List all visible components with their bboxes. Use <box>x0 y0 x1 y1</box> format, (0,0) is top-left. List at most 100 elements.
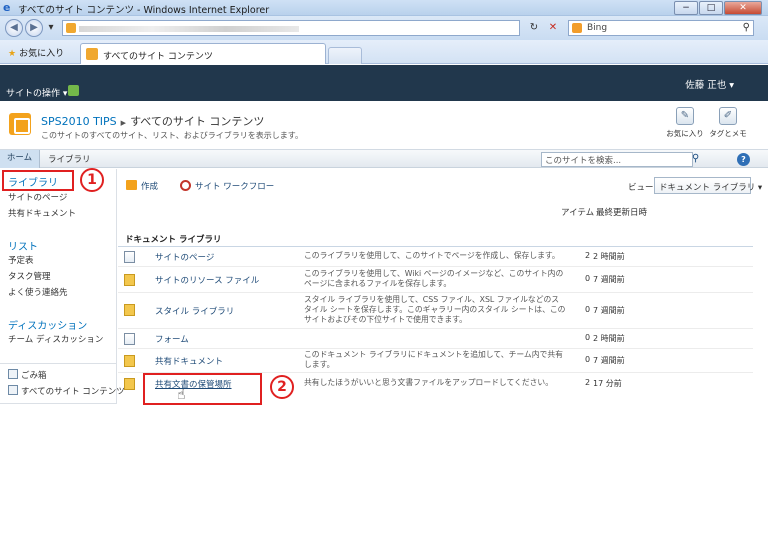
all-content-icon <box>8 385 18 395</box>
page-icon <box>66 23 76 33</box>
url-input[interactable] <box>62 20 520 36</box>
browser-tab-active[interactable]: すべてのサイト コンテンツ <box>80 43 326 64</box>
ql-all-site-content[interactable]: すべてのサイト コンテンツ <box>8 385 125 397</box>
ql-item-calendar[interactable]: 予定表 <box>8 254 34 266</box>
item-count: 0 <box>585 305 591 314</box>
table-row: サイトのリソース ファイル このライブラリを使用して、Wiki ページのイメージ… <box>118 267 753 293</box>
like-icon: ✎ <box>676 107 694 125</box>
highlight-box-shared-storage <box>143 373 262 405</box>
star-icon: ★ <box>8 49 17 59</box>
ql-item-site-pages[interactable]: サイトのページ <box>8 191 67 203</box>
workflow-icon <box>180 180 191 191</box>
user-menu[interactable]: 佐藤 正也 ▾ <box>685 77 734 91</box>
sharepoint-tab-icon <box>86 48 98 60</box>
item-count: 2 <box>585 378 591 387</box>
document-library-icon <box>124 304 135 316</box>
stop-button[interactable]: ✕ <box>545 20 561 36</box>
annotation-circle-2: 2 <box>270 375 294 399</box>
window-titlebar: e すべてのサイト コンテンツ - Windows Internet Explo… <box>0 0 768 16</box>
site-header: SPS2010 TIPS ▶ すべてのサイト コンテンツ このサイトのすべてのサイト… <box>0 101 768 149</box>
i-like-it-button[interactable]: ✎ お気に入り <box>665 107 705 139</box>
library-description: 共有したほうがいいと思う文書ファイルをアップロードしてください。 <box>304 378 554 387</box>
browser-search-input[interactable]: Bing ⚲ <box>568 20 754 36</box>
search-engine-label: Bing <box>587 23 608 33</box>
last-modified: 2 時間前 <box>593 252 625 261</box>
last-modified: 7 週間前 <box>593 356 625 365</box>
top-navigation: ホーム ライブラリ このサイトを検索... ⚲ ? <box>0 149 768 168</box>
nav-home[interactable]: ホーム <box>0 150 40 168</box>
library-description: このライブラリを使用して、Wiki ページのイメージなど、このサイト内のページに… <box>304 269 564 288</box>
new-tab-button[interactable] <box>328 47 362 64</box>
close-button[interactable]: ✕ <box>724 1 762 15</box>
search-icon[interactable]: ⚲ <box>743 22 750 33</box>
table-row: サイトのページ このライブラリを使用して、このサイトでページを作成し、保存します… <box>118 247 753 267</box>
quick-launch: ライブラリ サイトのページ 共有ドキュメント リスト 予定表 タスク管理 よく使… <box>0 169 125 404</box>
ql-item-contacts[interactable]: よく使う連絡先 <box>8 286 68 298</box>
library-description: このライブラリを使用して、このサイトでページを作成し、保存します。 <box>304 251 560 260</box>
document-library-icon <box>124 355 135 367</box>
library-link[interactable]: フォーム <box>155 333 189 345</box>
library-link[interactable]: 共有ドキュメント <box>155 355 223 367</box>
ql-divider <box>0 363 117 364</box>
recycle-bin-icon <box>8 369 18 379</box>
library-link[interactable]: サイトのページ <box>155 251 214 263</box>
table-row: スタイル ライブラリ スタイル ライブラリを使用して、CSS ファイル、XSL … <box>118 293 753 329</box>
forward-button[interactable]: ▶ <box>25 19 43 37</box>
ql-item-tasks[interactable]: タスク管理 <box>8 270 51 282</box>
document-library-icon <box>124 274 135 286</box>
page-title: SPS2010 TIPS ▶ すべてのサイト コンテンツ <box>41 113 264 129</box>
search-icon[interactable]: ⚲ <box>692 153 699 164</box>
ql-discussions-heading[interactable]: ディスカッション <box>8 317 87 332</box>
last-modified: 17 分前 <box>593 379 622 388</box>
library-link[interactable]: サイトのリソース ファイル <box>155 274 259 286</box>
create-icon <box>126 180 137 190</box>
item-count: 2 <box>585 251 591 260</box>
last-modified: 2 時間前 <box>593 334 625 343</box>
table-row: フォーム 0 2 時間前 <box>118 329 753 349</box>
maximize-button[interactable]: □ <box>699 1 723 15</box>
url-text-redacted <box>79 26 299 32</box>
internet-explorer-icon: e <box>3 1 11 14</box>
window-controls: − □ ✕ <box>673 1 762 15</box>
edit-page-icon[interactable] <box>68 85 79 96</box>
tab-label: すべてのサイト コンテンツ <box>103 52 213 62</box>
view-select[interactable]: ドキュメント ライブラリ ▾ <box>654 177 762 194</box>
library-description: このドキュメント ライブラリにドキュメントを追加して、チーム内で共有します。 <box>304 350 563 369</box>
bing-icon <box>572 23 582 33</box>
nav-library[interactable]: ライブラリ <box>48 153 91 165</box>
favorites-bar: ★ お気に入り すべてのサイト コンテンツ <box>0 40 768 64</box>
ql-lists-heading[interactable]: リスト <box>8 238 38 253</box>
last-modified: 7 週間前 <box>593 306 625 315</box>
window-title: すべてのサイト コンテンツ - Windows Internet Explore… <box>18 5 270 16</box>
library-link[interactable]: スタイル ライブラリ <box>155 305 234 317</box>
back-button[interactable]: ◀ <box>5 19 23 37</box>
site-search-input[interactable]: このサイトを検索... <box>541 152 693 167</box>
ql-item-team-discussion[interactable]: チーム ディスカッション <box>8 333 103 345</box>
ql-recycle-bin[interactable]: ごみ箱 <box>8 369 47 381</box>
create-button[interactable]: 作成 <box>141 180 158 192</box>
table-row: 共有ドキュメント このドキュメント ライブラリにドキュメントを追加して、チーム内… <box>118 349 753 373</box>
column-header-items[interactable]: アイテム <box>561 206 594 218</box>
form-library-icon <box>124 333 135 345</box>
ql-item-shared-documents[interactable]: 共有ドキュメント <box>8 207 76 219</box>
refresh-button[interactable]: ↻ <box>526 20 542 36</box>
help-icon[interactable]: ? <box>737 153 750 166</box>
tags-notes-button[interactable]: ✐ タグとメモ <box>708 107 748 139</box>
minimize-button[interactable]: − <box>674 1 698 15</box>
sharepoint-top-bar: サイトの操作 ▾ 佐藤 正也 ▾ <box>0 65 768 101</box>
page-description: このサイトのすべてのサイト、リスト、およびライブラリを表示します。 <box>41 131 303 140</box>
site-actions-menu[interactable]: サイトの操作 ▾ <box>6 86 67 99</box>
site-logo[interactable] <box>9 113 31 135</box>
document-library-icon <box>124 378 135 390</box>
address-bar: ◀ ▶ ▾ ↻ ✕ Bing ⚲ <box>0 16 768 40</box>
site-link[interactable]: SPS2010 TIPS <box>41 115 117 128</box>
favorites-button[interactable]: ★ お気に入り <box>8 46 64 59</box>
annotation-circle-1: 1 <box>80 168 104 192</box>
column-header-modified[interactable]: 最終更新日時 <box>596 206 647 218</box>
recent-pages-dropdown[interactable]: ▾ <box>43 20 59 36</box>
site-workflow-button[interactable]: サイト ワークフロー <box>195 180 274 192</box>
page-title-text: すべてのサイト コンテンツ <box>130 115 265 128</box>
library-description: スタイル ライブラリを使用して、CSS ファイル、XSL ファイルなどのスタイル… <box>304 295 566 324</box>
site-pages-icon <box>124 251 135 263</box>
hand-cursor-icon: ☝ <box>177 387 186 403</box>
